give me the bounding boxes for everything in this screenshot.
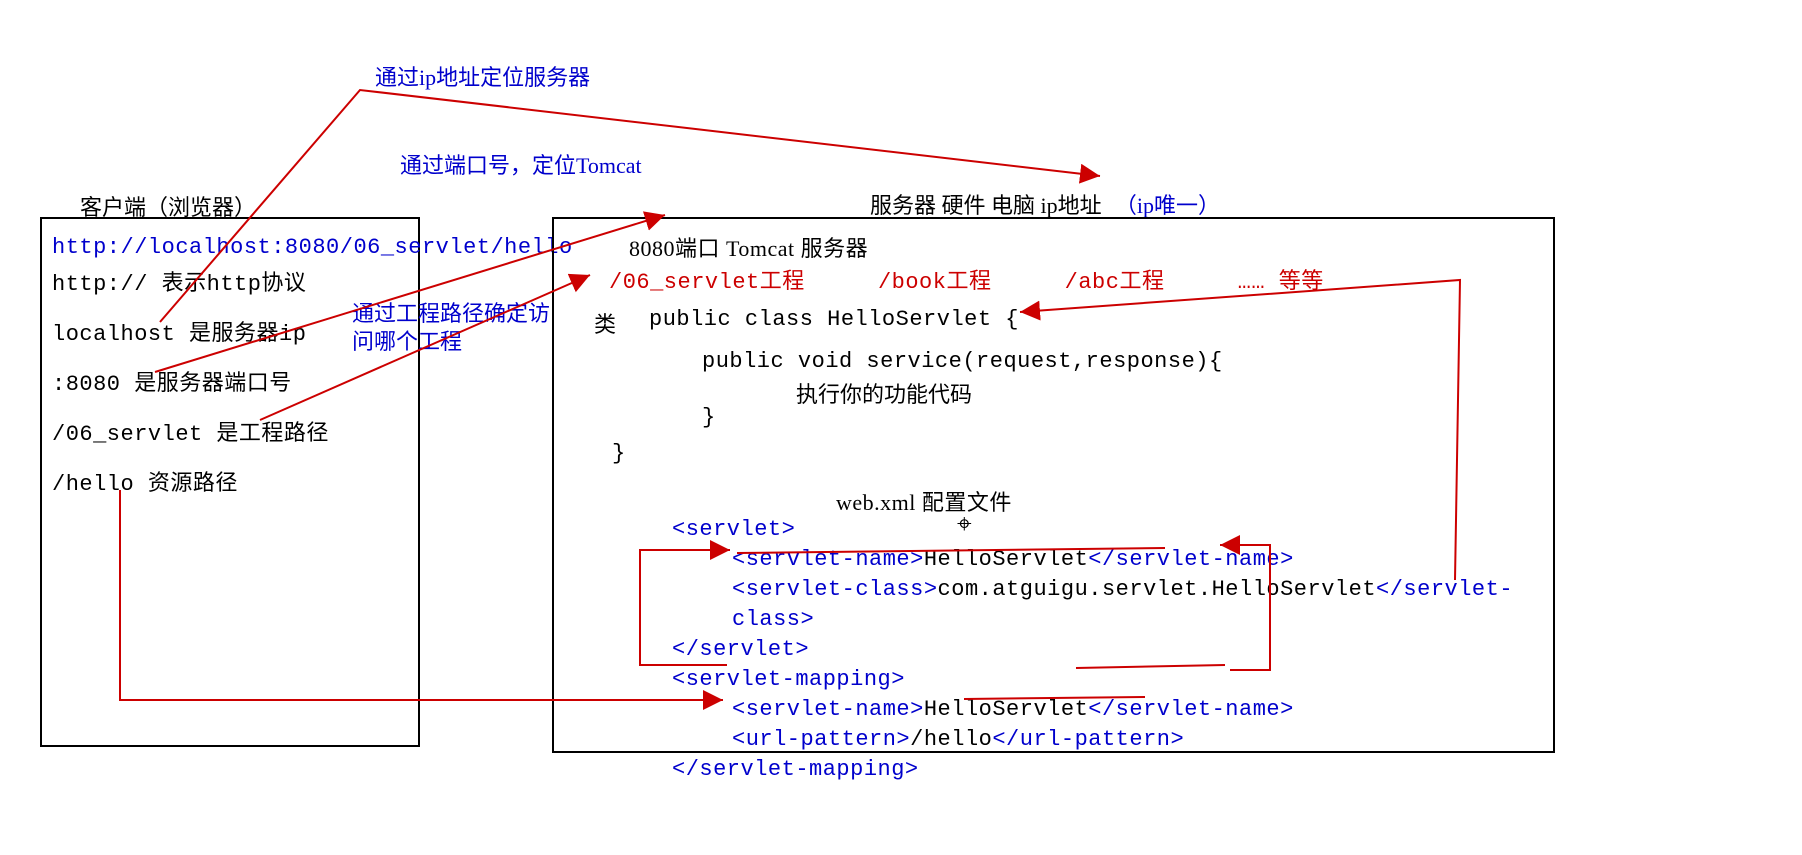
xml-l6: <servlet-name>HelloServlet</servlet-name… — [672, 695, 1553, 725]
client-box: http://localhost:8080/06_servlet/hello h… — [40, 217, 420, 747]
xml-block: <servlet> <servlet-name>HelloServlet</se… — [672, 515, 1553, 785]
xml-l7: <url-pattern>/hello</url-pattern> — [672, 725, 1553, 755]
client-l3: :8080 是服务器端口号 — [52, 365, 292, 397]
xml-l3-text: com.atguigu.servlet.HelloServlet — [938, 577, 1376, 602]
client-l5: /hello 资源路径 — [52, 465, 238, 497]
project-4: …… 等等 — [1238, 270, 1324, 295]
xml-l6-open: <servlet-name> — [732, 697, 924, 722]
xml-l5: <servlet-mapping> — [672, 665, 1553, 695]
label-port: 通过端口号，定位Tomcat — [400, 148, 642, 180]
code-l5: } — [612, 441, 626, 466]
xml-l8: </servlet-mapping> — [672, 755, 1553, 785]
code-l3: 执行你的功能代码 — [796, 377, 972, 409]
xml-l2-open: <servlet-name> — [732, 547, 924, 572]
projects-row: /06_servlet工程 /book工程 /abc工程 …… 等等 — [609, 263, 1324, 295]
server-title: 服务器 硬件 电脑 ip地址 （ip唯一） — [870, 188, 1220, 220]
client-l1: http:// 表示http协议 — [52, 265, 306, 297]
label-ip: 通过ip地址定位服务器 — [375, 60, 590, 92]
xml-l2-text: HelloServlet — [924, 547, 1088, 572]
server-box: 8080端口 Tomcat 服务器 /06_servlet工程 /book工程 … — [552, 217, 1555, 753]
client-l2: localhost 是服务器ip — [52, 315, 306, 347]
client-url: http://localhost:8080/06_servlet/hello — [52, 235, 573, 260]
xml-l2: <servlet-name>HelloServlet</servlet-name… — [672, 545, 1553, 575]
label-path: 通过工程路径确定访问哪个工程 — [352, 300, 552, 356]
xml-l7-text: /hello — [910, 727, 992, 752]
xml-l1: <servlet> — [672, 515, 1553, 545]
server-title-blue: （ip唯一） — [1115, 193, 1220, 218]
xml-l3-open: <servlet-class> — [732, 577, 938, 602]
code-l4: } — [702, 405, 716, 430]
xml-l6-close: </servlet-name> — [1088, 697, 1294, 722]
xml-l7-open: <url-pattern> — [732, 727, 910, 752]
code-l1: public class HelloServlet { — [649, 307, 1019, 332]
xml-l4: </servlet> — [672, 635, 1553, 665]
xml-l3: <servlet-class>com.atguigu.servlet.Hello… — [672, 575, 1553, 635]
webxml-title: web.xml 配置文件 — [836, 485, 1012, 517]
project-1: /06_servlet工程 — [609, 270, 805, 295]
server-port-line: 8080端口 Tomcat 服务器 — [629, 231, 868, 263]
code-l2: public void service(request,response){ — [702, 349, 1223, 374]
xml-l2-close: </servlet-name> — [1088, 547, 1294, 572]
class-label: 类 — [594, 307, 616, 339]
project-2: /book工程 — [878, 270, 992, 295]
project-3: /abc工程 — [1065, 270, 1165, 295]
xml-l7-close: </url-pattern> — [992, 727, 1184, 752]
crosshair-icon: ⌖ — [957, 512, 972, 538]
xml-l6-text: HelloServlet — [924, 697, 1088, 722]
server-title-black: 服务器 硬件 电脑 ip地址 — [870, 193, 1102, 218]
client-l4: /06_servlet 是工程路径 — [52, 415, 329, 447]
